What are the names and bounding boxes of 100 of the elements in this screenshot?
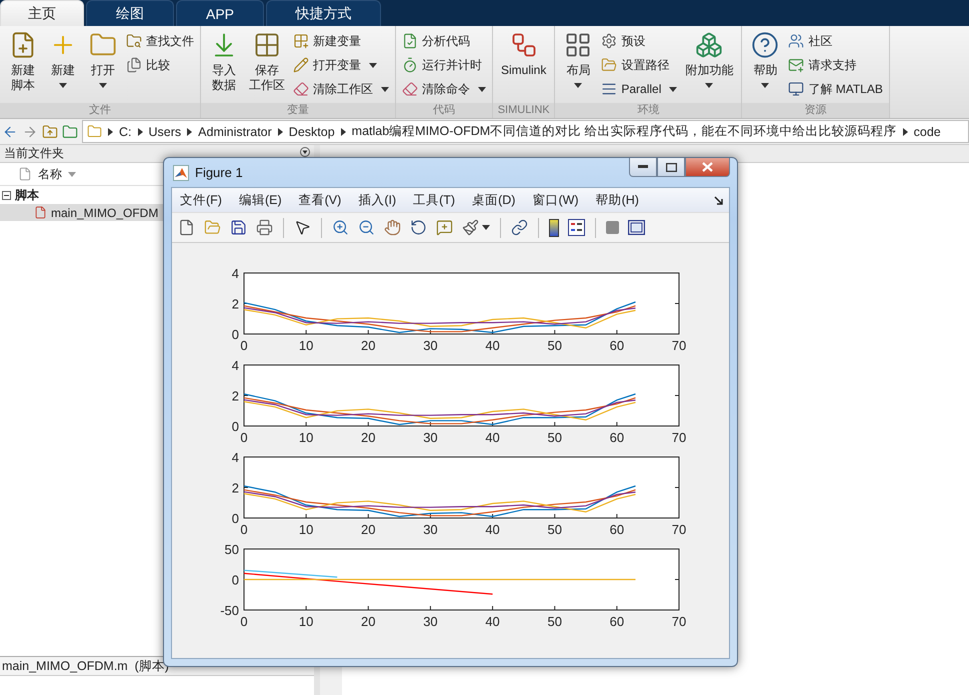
ribbon-button[interactable]: 预设 (601, 30, 678, 52)
maximize-button[interactable] (657, 158, 685, 177)
path-segment[interactable]: Users (148, 124, 182, 138)
folder-up-icon (42, 124, 58, 140)
ribbon-button[interactable]: 比较 (126, 54, 194, 76)
ribbon-button[interactable]: 请求支持 (788, 54, 883, 76)
ribbon-button[interactable]: 新建 脚本 (6, 30, 40, 103)
collapse-icon[interactable] (2, 190, 11, 200)
timer-icon (402, 57, 418, 73)
tick-label: 0 (240, 430, 248, 445)
rotate-icon (410, 219, 427, 236)
grid-plus-icon (293, 33, 309, 49)
ribbon-button[interactable]: 社区 (788, 30, 883, 52)
ribbon-button[interactable]: 了解 MATLAB (788, 78, 883, 100)
ribbon-button[interactable]: 新建变量 (293, 30, 389, 52)
tick-label: 10 (298, 430, 314, 445)
minimize-button[interactable] (629, 158, 657, 177)
square-icon (606, 221, 619, 234)
ribbon-button[interactable]: 打开变量 (293, 54, 389, 76)
path-segment[interactable]: code (914, 124, 941, 138)
tick-label: 20 (361, 338, 376, 353)
file-name: main_MIMO_OFDM (51, 206, 158, 220)
path-segment[interactable]: Administrator (198, 124, 272, 138)
menu-item[interactable]: 帮助(H) (596, 192, 639, 208)
cubes-icon (695, 31, 724, 59)
tick-label: 10 (298, 338, 314, 353)
ribbon-button[interactable]: 运行并计时 (402, 54, 486, 76)
path-bar[interactable]: C: Users Administrator Desktop matlab编程MIMO-OFDM不同信道的对比 给出实际程序代码，能在不同环境中给出比较源码程序 code (82, 120, 969, 143)
window-icon (628, 220, 645, 235)
dock-arrow-icon[interactable] (714, 196, 723, 204)
eraser-icon (293, 81, 309, 97)
tick-label: 4 (232, 450, 239, 465)
files-icon (126, 57, 142, 73)
ribbon-button[interactable]: 布局 (561, 30, 596, 103)
pencil-icon (293, 57, 309, 73)
window-title: Figure 1 (195, 165, 243, 180)
tick-label: 0 (232, 327, 239, 342)
tick-label: 60 (610, 614, 624, 629)
group-title: 资源 (742, 103, 889, 118)
ribbon-tab[interactable]: APP (176, 0, 264, 26)
caret-icon (482, 225, 490, 230)
tick-label: 50 (547, 430, 562, 445)
menu-item[interactable]: 插入(I) (358, 192, 396, 208)
tick-label: 30 (423, 614, 438, 629)
ribbon-button[interactable]: 导入 数据 (207, 30, 241, 103)
tick-label: 50 (547, 338, 562, 353)
path-segment[interactable]: matlab编程MIMO-OFDM不同信道的对比 给出实际程序代码，能在不同环境中给出比较源码程序 (352, 123, 897, 140)
path-segment[interactable]: C: (119, 124, 132, 138)
ribbon-button[interactable]: 保存 工作区 (247, 30, 287, 103)
tick-label: 70 (672, 338, 686, 353)
separator-arrow-icon (340, 128, 346, 136)
tick-label: 70 (672, 522, 686, 537)
ribbon-button[interactable]: 分析代码 (402, 30, 486, 52)
folder-icon (87, 124, 102, 139)
group-title: 环境 (555, 103, 742, 118)
link-icon (511, 219, 528, 236)
tick-label: 20 (361, 522, 376, 537)
matlab-logo-icon (173, 164, 189, 180)
ribbon-button[interactable]: 设置路径 (601, 54, 678, 76)
path-segment[interactable]: Desktop (288, 124, 335, 138)
tick-label: 40 (485, 430, 500, 445)
menu-item[interactable]: 工具(T) (413, 192, 456, 208)
help-icon (751, 31, 780, 59)
menu-item[interactable]: 窗口(W) (532, 192, 579, 208)
ribbon-button[interactable]: 附加功能 (683, 30, 736, 103)
close-button[interactable] (685, 158, 730, 177)
tick-label: -50 (220, 603, 239, 618)
ribbon-tab[interactable]: 绘图 (86, 0, 174, 26)
tick-label: 20 (361, 614, 376, 629)
ribbon-button[interactable]: 查找文件 (126, 30, 194, 52)
ribbon-button[interactable]: Simulink (499, 30, 548, 103)
dropdown-circle-icon[interactable] (300, 147, 310, 157)
close-icon (702, 162, 713, 172)
separator-arrow-icon (902, 128, 908, 136)
block-diagram-icon (510, 31, 538, 59)
ribbon-button[interactable]: Parallel (601, 78, 678, 100)
open-folder-icon (204, 219, 221, 236)
separator-arrow-icon (278, 128, 283, 136)
ribbon-button[interactable]: 清除工作区 (293, 78, 389, 100)
ribbon-tab[interactable]: 主页 (0, 0, 84, 26)
tick-label: 4 (232, 266, 239, 281)
ribbon-tab[interactable]: 快捷方式 (266, 0, 381, 26)
tick-label: 0 (240, 338, 248, 353)
group-title: SIMULINK (493, 103, 554, 118)
ribbon-button[interactable]: 清除命令 (402, 78, 486, 100)
ribbon-button[interactable]: 新建 (46, 30, 80, 103)
brush-icon (462, 219, 479, 236)
tick-label: 50 (547, 614, 562, 629)
ribbon-button[interactable]: 打开 (86, 30, 120, 103)
settings-icon (601, 33, 618, 49)
grid-icon (253, 31, 281, 59)
ribbon-button[interactable]: 帮助 (748, 30, 782, 103)
tick-label: 50 (547, 522, 562, 537)
menu-item[interactable]: 桌面(D) (472, 192, 516, 208)
file-icon (18, 167, 32, 181)
tick-label: 2 (232, 480, 239, 496)
legend-icon (568, 219, 585, 236)
separator-arrow-icon (187, 128, 192, 136)
tick-label: 2 (232, 388, 239, 404)
tick-label: 4 (232, 358, 239, 373)
